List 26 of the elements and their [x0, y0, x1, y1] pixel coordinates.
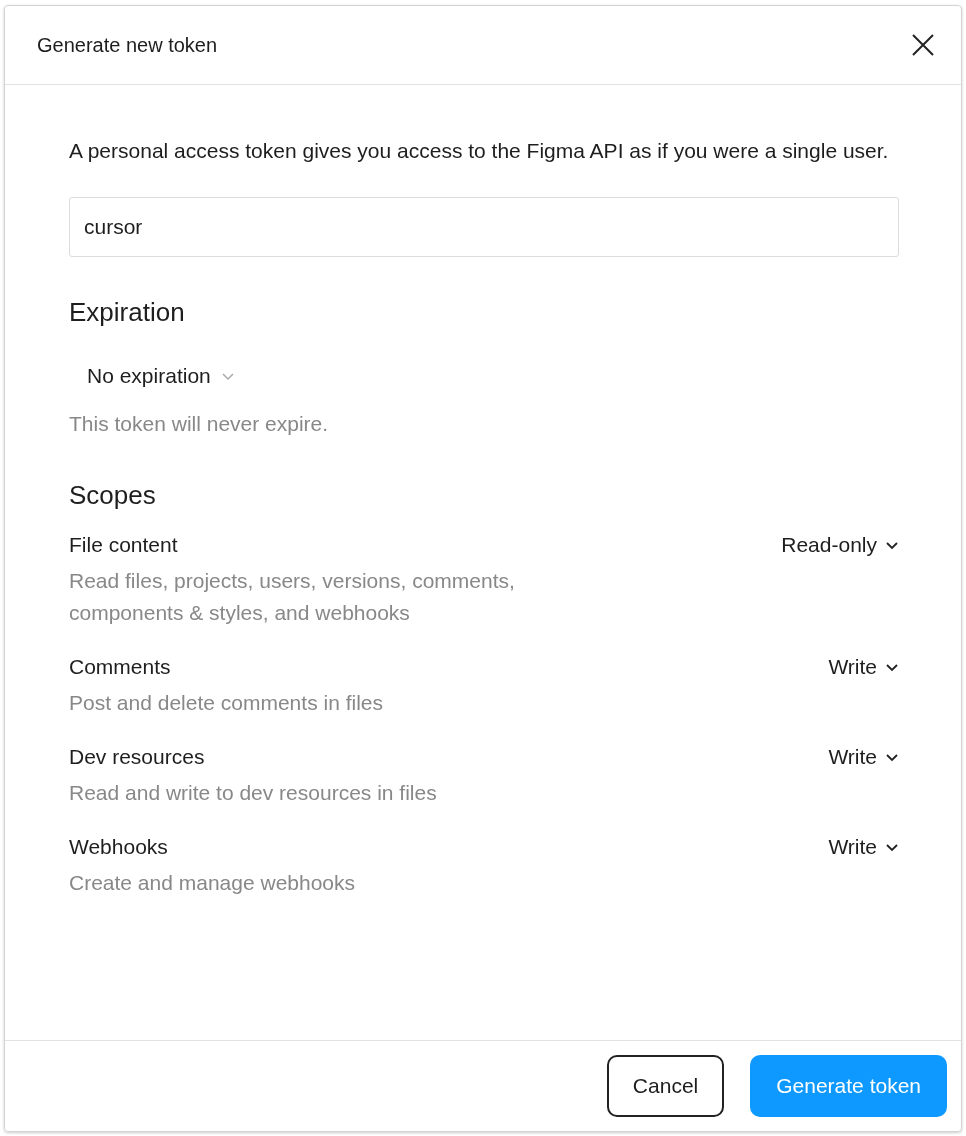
section-heading: Scopes: [69, 480, 157, 511]
close-icon[interactable]: [911, 33, 935, 57]
access-dropdown[interactable]: Write: [828, 745, 899, 769]
expiration-note: This token will never expire.: [69, 412, 330, 436]
scope-name: Webhooks: [69, 835, 168, 859]
section-heading: Expiration: [69, 297, 186, 328]
token-name-field[interactable]: cursor: [69, 197, 899, 257]
access-dropdown[interactable]: Write: [828, 835, 899, 859]
expiration-dropdown[interactable]: No expiration: [75, 358, 247, 394]
scope-name: File content: [69, 533, 178, 557]
caret-icon: [885, 540, 899, 550]
caret-icon: [885, 662, 899, 672]
access-dropdown[interactable]: Write: [828, 655, 899, 679]
scope-description: Create and manage webhooks: [69, 870, 357, 896]
scope-name: Dev resources: [69, 745, 205, 769]
caret-icon: [220, 371, 235, 381]
scope-description: Read and write to dev resources in files: [69, 780, 438, 806]
access-dropdown[interactable]: Read-only: [781, 533, 899, 557]
dialog-title: Generate new token: [37, 33, 218, 57]
caret-icon: [885, 752, 899, 762]
scope-description: Post and delete comments in files: [69, 690, 384, 716]
intro-text: A personal access token gives you access to the Figma API as if you were a single user.: [69, 138, 890, 164]
caret-icon: [885, 842, 899, 852]
scope-name: Comments: [69, 655, 171, 679]
scope-description: Read files, projects, users, versions, comments, components & styles, and webhooks: [69, 568, 516, 626]
cancel-button[interactable]: Cancel: [606, 1055, 725, 1117]
